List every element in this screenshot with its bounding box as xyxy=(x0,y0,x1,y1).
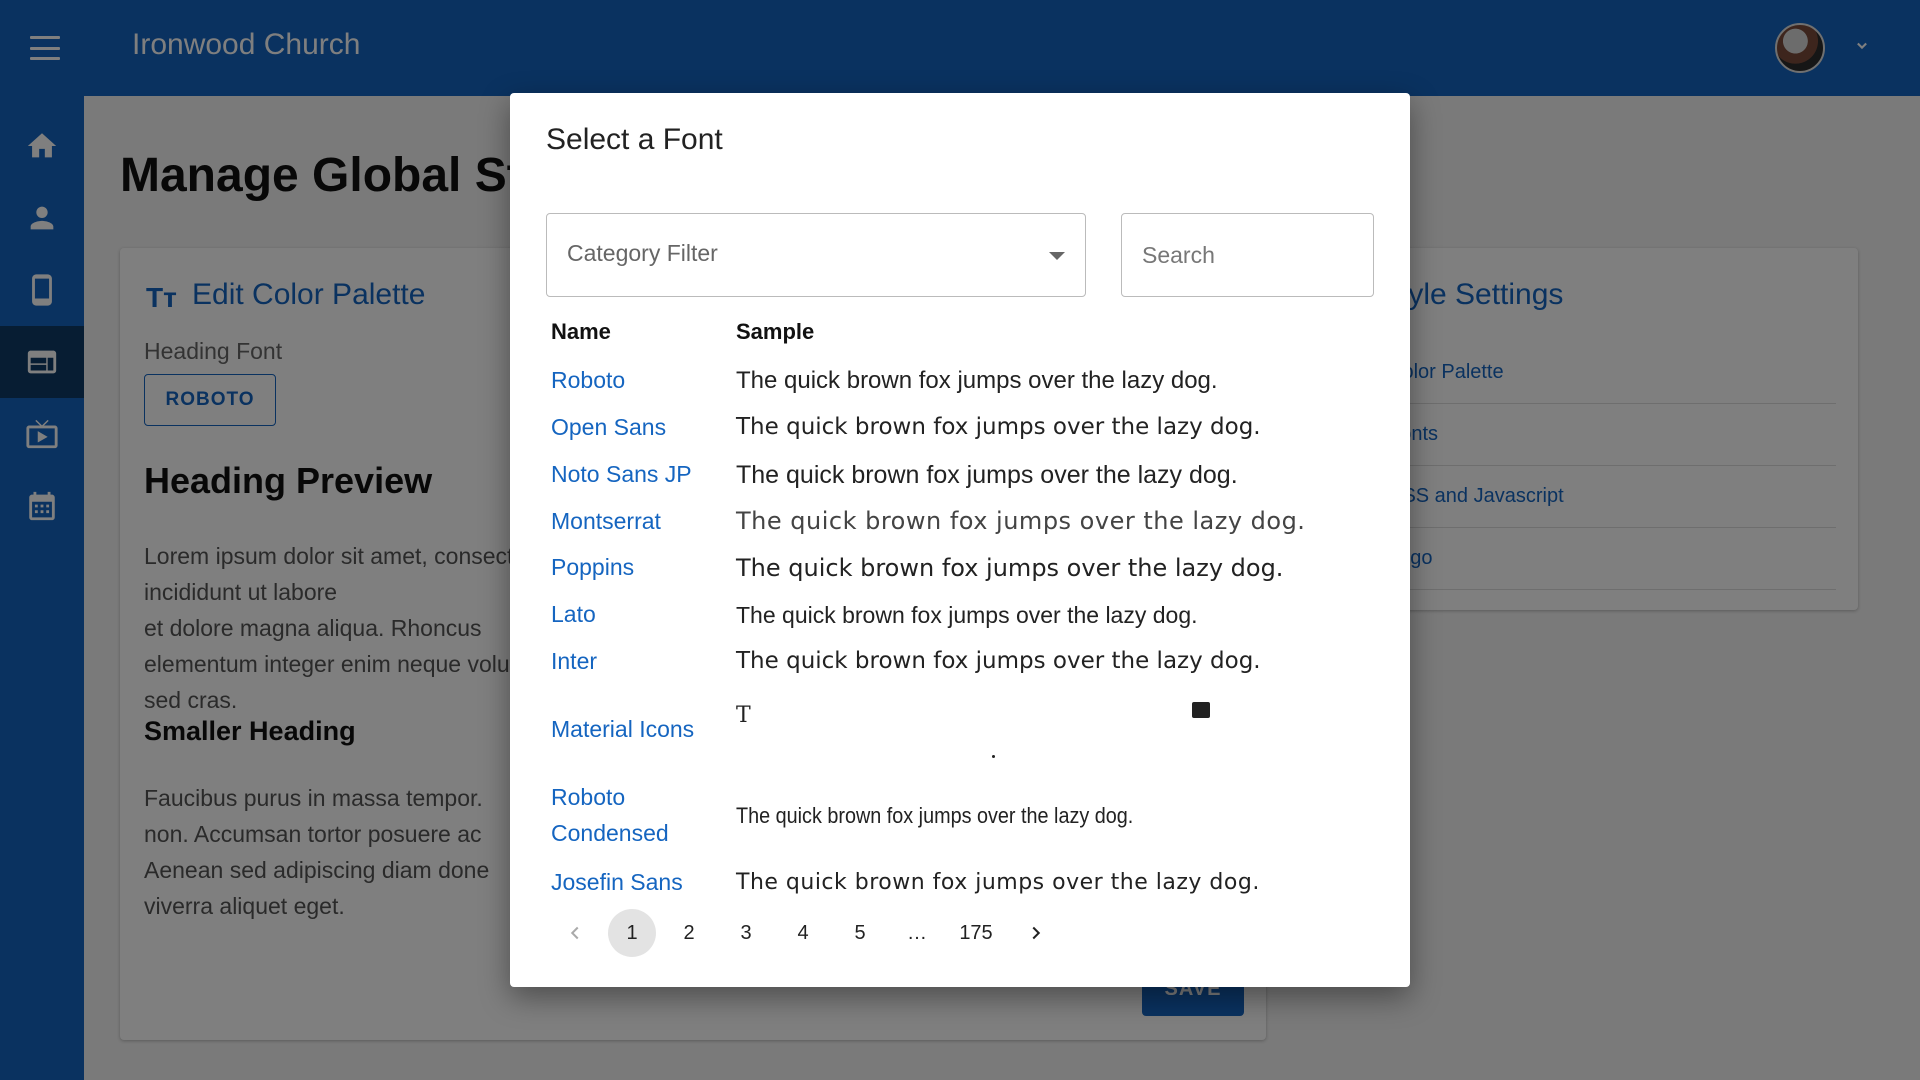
font-name-poppins[interactable]: Poppins xyxy=(551,549,634,585)
font-name-lato[interactable]: Lato xyxy=(551,596,596,632)
chevron-left-icon xyxy=(570,926,579,940)
font-name-material-icons[interactable]: Material Icons xyxy=(551,711,694,747)
font-name-inter[interactable]: Inter xyxy=(551,643,597,679)
search-input[interactable] xyxy=(1121,213,1374,297)
font-name-noto-sans-jp[interactable]: Noto Sans JP xyxy=(551,456,692,492)
font-sample: The quick brown fox jumps over the lazy … xyxy=(736,414,1261,440)
page-button-1[interactable]: 1 xyxy=(608,909,656,957)
page-button-3[interactable]: 3 xyxy=(722,909,770,957)
category-filter-select[interactable]: Category Filter xyxy=(546,213,1086,297)
page-button-5[interactable]: 5 xyxy=(836,909,884,957)
column-header-name: Name xyxy=(551,319,611,344)
pagination-ellipsis: … xyxy=(907,921,927,944)
font-sample: The quick brown fox jumps over the lazy … xyxy=(736,602,1198,628)
chevron-right-icon xyxy=(1032,926,1041,940)
prev-page-button[interactable] xyxy=(551,909,599,957)
page-button-2[interactable]: 2 xyxy=(665,909,713,957)
font-sample: The quick brown fox jumps over the lazy … xyxy=(736,554,1284,582)
next-page-button[interactable] xyxy=(1012,909,1060,957)
page-button-4[interactable]: 4 xyxy=(779,909,827,957)
font-sample: T xyxy=(736,703,751,728)
dialog-title: Select a Font xyxy=(546,123,723,156)
font-name-roboto[interactable]: Roboto xyxy=(551,362,625,398)
font-sample: The quick brown fox jumps over the lazy … xyxy=(736,507,1306,535)
dot-glyph xyxy=(992,755,995,758)
font-name-open-sans[interactable]: Open Sans xyxy=(551,409,666,445)
font-name-montserrat[interactable]: Montserrat xyxy=(551,503,661,539)
column-header-sample: Sample xyxy=(736,319,815,344)
font-sample: The quick brown fox jumps over the lazy … xyxy=(736,870,1260,895)
picture-in-picture-icon xyxy=(1192,702,1210,718)
font-name-josefin-sans[interactable]: Josefin Sans xyxy=(551,864,683,900)
font-sample: The quick brown fox jumps over the lazy … xyxy=(736,803,1134,828)
category-filter-label: Category Filter xyxy=(567,240,718,266)
font-sample: The quick brown fox jumps over the lazy … xyxy=(736,461,1238,489)
font-sample: The quick brown fox jumps over the lazy … xyxy=(736,367,1218,394)
font-sample: The quick brown fox jumps over the lazy … xyxy=(736,648,1261,674)
select-font-dialog: Select a Font Category Filter Name Sampl… xyxy=(510,93,1410,987)
dropdown-arrow-icon xyxy=(1049,252,1065,260)
font-name-roboto-condensed[interactable]: Roboto Condensed xyxy=(551,779,711,851)
page-button-last[interactable]: 175 xyxy=(946,909,1006,957)
